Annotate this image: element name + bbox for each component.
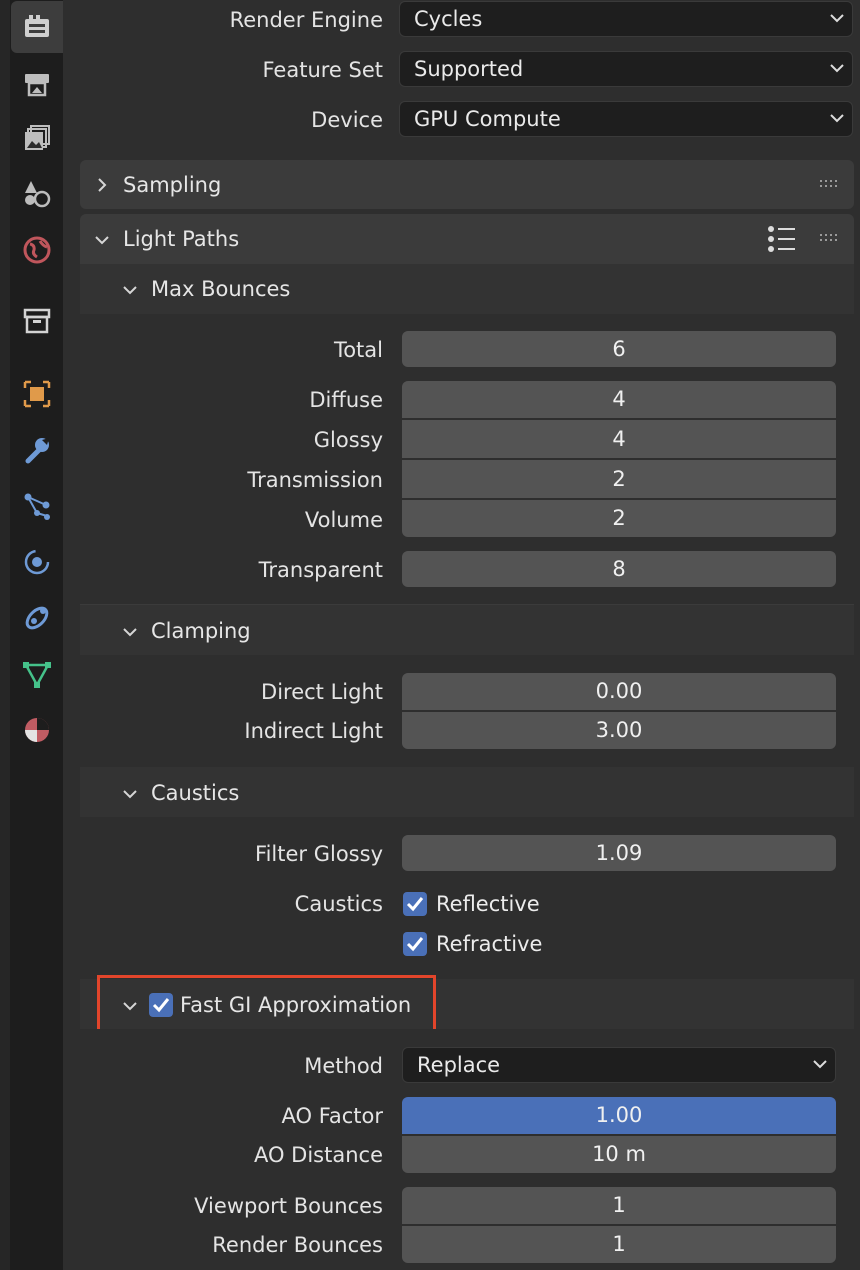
feature-set-dropdown[interactable]: Supported <box>399 51 853 87</box>
caustics-label: Caustics <box>294 892 383 916</box>
total-field[interactable]: 6 <box>402 331 836 367</box>
feature-set-value: Supported <box>414 57 524 81</box>
caustics-title: Caustics <box>151 781 240 805</box>
diffuse-field[interactable]: 4 <box>402 381 836 418</box>
max-bounces-header[interactable]: Max Bounces <box>80 264 854 314</box>
chevron-right-icon <box>98 178 107 192</box>
material-tab-icon[interactable] <box>11 704 63 756</box>
direct-light-label: Direct Light <box>261 680 383 704</box>
filter-glossy-field[interactable]: 1.09 <box>402 835 836 871</box>
transmission-field[interactable]: 2 <box>402 460 836 498</box>
chevron-down-icon <box>830 14 844 23</box>
volume-label: Volume <box>304 508 383 532</box>
drag-handle-icon[interactable] <box>820 179 840 189</box>
render-bounces-label: Render Bounces <box>212 1233 383 1257</box>
ao-distance-field[interactable]: 10 m <box>402 1136 836 1173</box>
device-label: Device <box>311 108 383 132</box>
chevron-down-icon <box>123 628 137 637</box>
presets-list-icon[interactable] <box>766 224 798 254</box>
method-dropdown[interactable]: Replace <box>402 1047 836 1083</box>
chevron-down-icon <box>830 114 844 123</box>
ao-factor-field[interactable]: 1.00 <box>402 1097 836 1134</box>
render-bounces-field[interactable]: 1 <box>402 1226 836 1263</box>
light-paths-header[interactable]: Light Paths <box>80 214 854 264</box>
method-value: Replace <box>417 1053 501 1077</box>
chevron-down-icon <box>123 286 137 295</box>
collection-tab-icon[interactable] <box>11 295 63 347</box>
glossy-label: Glossy <box>313 428 383 452</box>
object-tab-icon[interactable] <box>11 368 63 420</box>
device-dropdown[interactable]: GPU Compute <box>399 101 853 137</box>
properties-tab-bar <box>0 0 63 1270</box>
viewport-bounces-label: Viewport Bounces <box>194 1194 383 1218</box>
render-tab-icon[interactable] <box>11 1 63 53</box>
transmission-label: Transmission <box>247 468 383 492</box>
particles-tab-icon[interactable] <box>11 480 63 532</box>
object-data-mesh-icon[interactable] <box>11 648 63 700</box>
reflective-label[interactable]: Reflective <box>436 884 540 924</box>
diffuse-label: Diffuse <box>309 388 383 412</box>
render-engine-dropdown[interactable]: Cycles <box>399 1 853 37</box>
max-bounces-title: Max Bounces <box>151 277 291 301</box>
glossy-field[interactable]: 4 <box>402 420 836 458</box>
scene-tab-icon[interactable] <box>11 168 63 220</box>
sidebar-strip <box>0 0 10 1270</box>
chevron-down-icon <box>830 64 844 73</box>
render-engine-label: Render Engine <box>229 8 383 32</box>
feature-set-label: Feature Set <box>262 58 383 82</box>
device-value: GPU Compute <box>414 107 561 131</box>
ao-factor-label: AO Factor <box>281 1104 383 1128</box>
volume-field[interactable]: 2 <box>402 500 836 537</box>
viewport-bounces-field[interactable]: 1 <box>402 1187 836 1224</box>
render-engine-value: Cycles <box>414 7 483 31</box>
indirect-light-field[interactable]: 3.00 <box>402 712 836 749</box>
sampling-panel-header[interactable]: Sampling <box>80 160 854 209</box>
filter-glossy-label: Filter Glossy <box>255 842 383 866</box>
clamping-title: Clamping <box>151 619 251 643</box>
ao-distance-label: AO Distance <box>253 1143 383 1167</box>
chevron-down-icon <box>813 1060 827 1069</box>
output-tab-icon[interactable] <box>11 57 63 109</box>
refractive-label[interactable]: Refractive <box>436 924 542 964</box>
caustics-header[interactable]: Caustics <box>80 767 854 817</box>
world-tab-icon[interactable] <box>11 224 63 276</box>
clamping-header[interactable]: Clamping <box>80 605 854 655</box>
light-paths-title: Light Paths <box>123 227 240 251</box>
object-constraint-icon[interactable] <box>11 592 63 644</box>
direct-light-field[interactable]: 0.00 <box>402 673 836 710</box>
view-layer-tab-icon[interactable] <box>11 112 63 164</box>
transparent-label: Transparent <box>258 558 383 582</box>
chevron-down-icon <box>95 236 109 245</box>
reflective-checkbox[interactable] <box>403 892 427 916</box>
chevron-down-icon <box>123 790 137 799</box>
sampling-title: Sampling <box>123 173 222 197</box>
transparent-field[interactable]: 8 <box>402 551 836 587</box>
checkmark-icon <box>406 897 424 912</box>
modifier-wrench-icon[interactable] <box>11 424 63 476</box>
drag-handle-icon[interactable] <box>820 233 840 243</box>
indirect-light-label: Indirect Light <box>244 719 383 743</box>
total-label: Total <box>333 338 383 362</box>
physics-tab-icon[interactable] <box>11 536 63 588</box>
checkmark-icon <box>406 937 424 952</box>
method-label: Method <box>304 1054 383 1078</box>
refractive-checkbox[interactable] <box>403 932 427 956</box>
